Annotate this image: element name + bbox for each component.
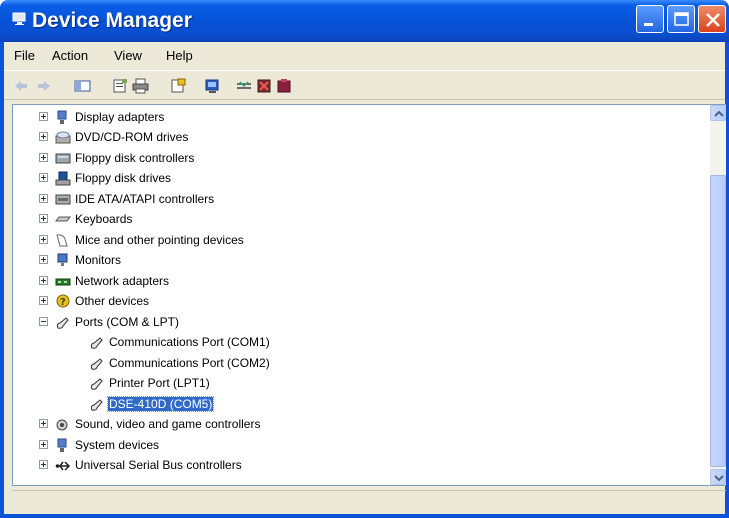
floppy-drive-icon bbox=[55, 171, 71, 186]
expand-icon[interactable] bbox=[39, 296, 48, 305]
port-icon bbox=[56, 317, 69, 329]
close-button[interactable] bbox=[698, 5, 726, 33]
system-device-icon bbox=[57, 438, 67, 452]
monitor-icon bbox=[57, 253, 68, 266]
maximize-button[interactable] bbox=[667, 5, 695, 33]
expand-icon[interactable] bbox=[39, 460, 48, 469]
expand-icon[interactable] bbox=[39, 440, 48, 449]
tree-item-label: Display adapters bbox=[75, 110, 165, 124]
expand-icon[interactable] bbox=[39, 194, 48, 203]
menu-action[interactable]: Action bbox=[52, 48, 88, 63]
status-bar bbox=[12, 490, 726, 510]
tree-item-label: DVD/CD-ROM drives bbox=[75, 130, 189, 144]
uninstall-device-icon[interactable] bbox=[276, 78, 293, 94]
floppy-controller-icon bbox=[55, 153, 71, 164]
window-title: Device Manager bbox=[32, 9, 192, 32]
show-hide-console-tree-icon[interactable] bbox=[74, 78, 91, 94]
network-adapter-icon bbox=[55, 278, 71, 286]
disable-device-icon[interactable] bbox=[256, 78, 273, 94]
scroll-down-button[interactable] bbox=[710, 469, 726, 485]
menu-file[interactable]: File bbox=[14, 48, 35, 63]
back-arrow-icon[interactable] bbox=[12, 78, 29, 94]
port-icon bbox=[90, 358, 103, 370]
maximize-icon bbox=[674, 12, 689, 26]
menu-help[interactable]: Help bbox=[166, 48, 193, 63]
expand-icon[interactable] bbox=[39, 419, 48, 428]
display-adapter-icon bbox=[57, 110, 67, 124]
update-driver-icon[interactable] bbox=[236, 78, 253, 94]
tree-item-label: Floppy disk drives bbox=[75, 171, 172, 185]
sound-icon bbox=[56, 419, 68, 431]
ide-controller-icon bbox=[55, 194, 71, 205]
title-bar[interactable]: Device Manager bbox=[0, 0, 729, 42]
tree-item-label: IDE ATA/ATAPI controllers bbox=[75, 192, 215, 206]
collapse-icon[interactable] bbox=[39, 317, 48, 326]
port-icon bbox=[90, 399, 103, 411]
tree-item-label: Mice and other pointing devices bbox=[75, 233, 244, 247]
chevron-down-icon bbox=[714, 475, 724, 482]
forward-arrow-icon[interactable] bbox=[36, 78, 53, 94]
port-icon bbox=[90, 378, 103, 390]
tree-item-label: System devices bbox=[75, 438, 160, 452]
minimize-icon bbox=[644, 23, 653, 26]
chevron-up-icon bbox=[714, 110, 724, 117]
tree-item-label: Keyboards bbox=[75, 212, 133, 226]
menu-bar: File Action View Help bbox=[4, 42, 725, 66]
port-icon bbox=[90, 337, 103, 349]
usb-icon bbox=[55, 461, 71, 471]
tree-item-label: Sound, video and game controllers bbox=[75, 417, 261, 431]
scan-hardware-icon[interactable] bbox=[204, 78, 221, 94]
print-icon[interactable] bbox=[132, 78, 149, 94]
mouse-icon bbox=[56, 234, 68, 247]
tree-item-label: Floppy disk controllers bbox=[75, 151, 195, 165]
properties-icon[interactable] bbox=[112, 78, 129, 94]
expand-icon[interactable] bbox=[39, 173, 48, 182]
help-icon[interactable] bbox=[170, 78, 187, 94]
expand-icon[interactable] bbox=[39, 214, 48, 223]
device-manager-icon bbox=[12, 12, 26, 25]
expand-icon[interactable] bbox=[39, 255, 48, 264]
tree-item-label: Printer Port (LPT1) bbox=[109, 376, 210, 390]
tree-item-label: Communications Port (COM2) bbox=[109, 356, 270, 370]
scroll-thumb[interactable] bbox=[710, 175, 726, 467]
tree-item-label: Communications Port (COM1) bbox=[109, 335, 270, 349]
expand-icon[interactable] bbox=[39, 235, 48, 244]
tree-item-label: Monitors bbox=[75, 253, 122, 267]
tree-item-label: Other devices bbox=[75, 294, 150, 308]
expand-icon[interactable] bbox=[39, 276, 48, 285]
device-tree-panel: Display adapters DVD/CD-ROM drives Flopp… bbox=[12, 104, 726, 486]
minimize-button[interactable] bbox=[636, 5, 664, 33]
scroll-up-button[interactable] bbox=[710, 105, 726, 121]
expand-icon[interactable] bbox=[39, 153, 48, 162]
tree-item-label: Network adapters bbox=[75, 274, 170, 288]
keyboard-icon bbox=[55, 216, 71, 222]
menu-view[interactable]: View bbox=[114, 48, 142, 63]
expand-icon[interactable] bbox=[39, 112, 48, 121]
toolbar bbox=[4, 70, 725, 100]
other-devices-icon: ? bbox=[56, 294, 70, 308]
vertical-scrollbar[interactable] bbox=[710, 105, 726, 485]
device-manager-window: Device Manager File Action View Help Dis… bbox=[0, 0, 729, 518]
tree-item-label-selected: DSE-410D (COM5) bbox=[106, 396, 215, 412]
cdrom-drive-icon bbox=[55, 131, 71, 144]
tree-item-label: Ports (COM & LPT) bbox=[75, 315, 180, 329]
close-icon bbox=[706, 13, 720, 27]
tree-item-label: Universal Serial Bus controllers bbox=[75, 458, 242, 472]
svg-text:?: ? bbox=[60, 297, 66, 308]
expand-icon[interactable] bbox=[39, 132, 48, 141]
device-tree: Display adapters DVD/CD-ROM drives Flopp… bbox=[13, 105, 709, 485]
